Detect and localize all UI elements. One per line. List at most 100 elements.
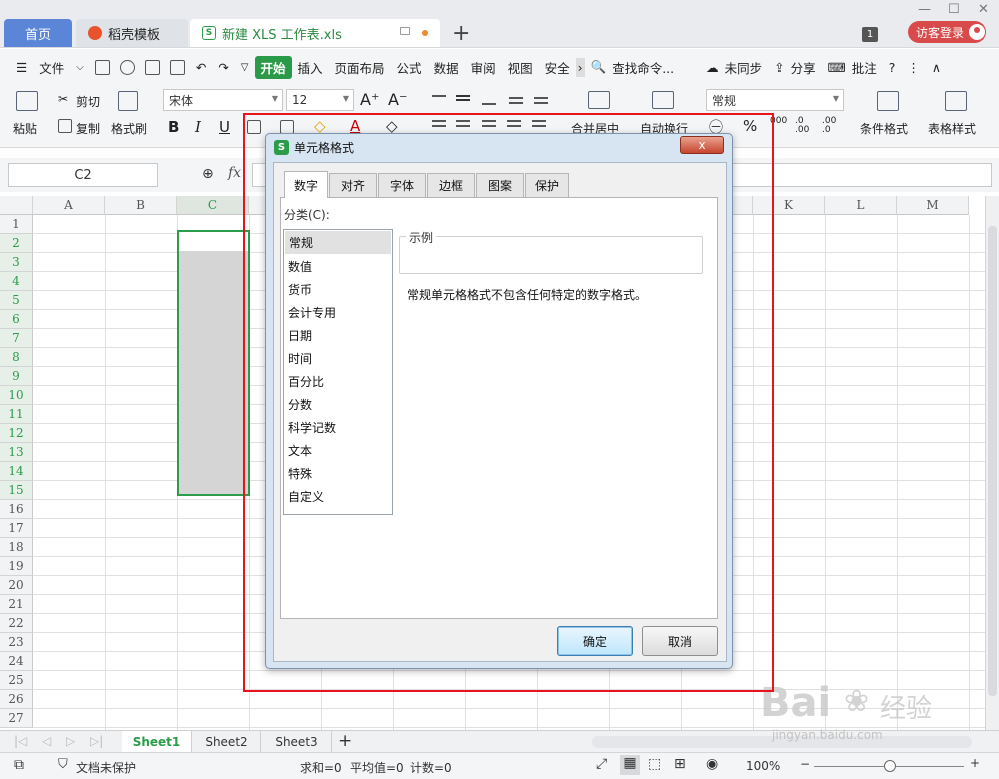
conditional-format-icon[interactable]: [877, 91, 899, 111]
row-header-12[interactable]: 12: [0, 424, 33, 443]
row-header-5[interactable]: 5: [0, 291, 33, 310]
page-break-icon[interactable]: ⬚: [648, 756, 661, 772]
fx-label[interactable]: fx: [228, 165, 241, 181]
help-icon[interactable]: ?: [883, 60, 902, 75]
prev-sheet-icon[interactable]: ◁: [42, 734, 51, 748]
merge-center-icon[interactable]: [588, 91, 610, 109]
first-sheet-icon[interactable]: |◁: [14, 734, 27, 748]
row-header-18[interactable]: 18: [0, 538, 33, 557]
row-header-6[interactable]: 6: [0, 310, 33, 329]
macro-icon[interactable]: ⧉: [14, 757, 24, 773]
row-header-20[interactable]: 20: [0, 576, 33, 595]
page-layout-icon[interactable]: ⊞: [674, 756, 686, 772]
increase-font-icon[interactable]: A⁺: [360, 90, 379, 109]
paste-icon[interactable]: [16, 91, 38, 111]
cut-icon[interactable]: ✂: [58, 92, 68, 106]
tab-alignment[interactable]: 对齐: [329, 173, 377, 197]
conditional-format-button[interactable]: 条件格式: [860, 120, 908, 137]
collapse-ribbon-icon[interactable]: ∧: [926, 60, 947, 75]
tab-pattern[interactable]: 图案: [476, 173, 524, 197]
align-right-icon[interactable]: [482, 125, 496, 127]
align-center-icon[interactable]: [456, 125, 470, 127]
zoom-slider-handle[interactable]: [884, 760, 896, 772]
select-all-corner[interactable]: [0, 196, 33, 215]
row-header-13[interactable]: 13: [0, 443, 33, 462]
align-top-icon[interactable]: [432, 95, 446, 97]
name-box[interactable]: C2: [8, 163, 158, 187]
search-command[interactable]: 查找命令...: [612, 58, 680, 77]
dialog-title-bar[interactable]: S 单元格格式: [266, 134, 732, 160]
sheet-tab-2[interactable]: Sheet2: [193, 731, 261, 753]
eye-protection-icon[interactable]: ◉: [706, 756, 718, 772]
pin-icon[interactable]: [400, 27, 410, 35]
number-format-select[interactable]: 常规 ▼: [706, 89, 844, 111]
category-item[interactable]: 特殊: [284, 462, 392, 485]
menu-start[interactable]: 开始: [254, 55, 292, 79]
share-button[interactable]: 分享: [791, 58, 822, 77]
format-painter-button[interactable]: 格式刷: [111, 120, 147, 137]
decrease-font-icon[interactable]: A⁻: [388, 90, 407, 109]
copy-icon[interactable]: [58, 119, 72, 133]
underline-button[interactable]: U: [219, 118, 230, 136]
distributed-icon[interactable]: [532, 125, 546, 127]
indent-increase-icon[interactable]: [534, 97, 548, 99]
close-window-icon[interactable]: ✕: [978, 2, 989, 17]
normal-view-icon[interactable]: ▦: [620, 755, 640, 775]
row-header-17[interactable]: 17: [0, 519, 33, 538]
more-dropdown-icon[interactable]: ▽: [235, 62, 255, 73]
font-size-select[interactable]: 12 ▼: [286, 89, 354, 111]
print-icon[interactable]: [144, 59, 160, 75]
dialog-close-button[interactable]: x: [680, 136, 724, 154]
border-icon[interactable]: [247, 120, 261, 134]
comment-button[interactable]: 批注: [852, 58, 883, 77]
menu-security[interactable]: 安全: [539, 58, 576, 77]
menu-data[interactable]: 数据: [428, 58, 465, 77]
category-item[interactable]: 常规: [285, 231, 391, 254]
row-header-1[interactable]: 1: [0, 215, 33, 234]
tab-border[interactable]: 边框: [427, 173, 475, 197]
cancel-button[interactable]: 取消: [642, 626, 718, 656]
cut-button[interactable]: 剪切: [76, 93, 100, 110]
paste-button[interactable]: 粘贴: [13, 120, 37, 137]
menu-view[interactable]: 视图: [502, 58, 539, 77]
category-item[interactable]: 百分比: [284, 370, 392, 393]
tab-document[interactable]: S 新建 XLS 工作表.xls: [190, 19, 440, 47]
tab-font[interactable]: 字体: [378, 173, 426, 197]
category-item[interactable]: 会计专用: [284, 301, 392, 324]
category-item[interactable]: 文本: [284, 439, 392, 462]
menu-page-layout[interactable]: 页面布局: [329, 58, 391, 77]
minimize-icon[interactable]: —: [918, 2, 931, 17]
last-sheet-icon[interactable]: ▷|: [90, 734, 103, 748]
row-header-4[interactable]: 4: [0, 272, 33, 291]
tab-number[interactable]: 数字: [284, 171, 328, 198]
row-header-7[interactable]: 7: [0, 329, 33, 348]
table-style-icon[interactable]: [945, 91, 967, 111]
maximize-icon[interactable]: ☐: [948, 2, 960, 17]
row-header-9[interactable]: 9: [0, 367, 33, 386]
italic-button[interactable]: I: [195, 118, 201, 136]
search-icon[interactable]: 🔍: [585, 59, 613, 75]
category-item[interactable]: 货币: [284, 278, 392, 301]
column-header-c[interactable]: C: [177, 196, 249, 215]
column-header-k[interactable]: K: [753, 196, 825, 215]
row-header-22[interactable]: 22: [0, 614, 33, 633]
next-sheet-icon[interactable]: ▷: [66, 734, 75, 748]
visitor-login-button[interactable]: 访客登录: [908, 21, 986, 43]
align-bottom-icon[interactable]: [482, 103, 496, 105]
save-icon[interactable]: [94, 59, 110, 75]
sync-status[interactable]: 未同步: [725, 58, 769, 77]
category-item[interactable]: 自定义: [284, 485, 392, 508]
row-header-24[interactable]: 24: [0, 652, 33, 671]
format-painter-icon[interactable]: [118, 91, 138, 111]
category-item[interactable]: 科学记数: [284, 416, 392, 439]
ok-button[interactable]: 确定: [557, 626, 633, 656]
column-header-a[interactable]: A: [33, 196, 105, 215]
row-header-26[interactable]: 26: [0, 690, 33, 709]
zoom-in-icon[interactable]: +: [970, 756, 980, 770]
tab-home[interactable]: 首页: [4, 19, 72, 47]
align-left-icon[interactable]: [432, 125, 446, 127]
percent-button[interactable]: %: [743, 117, 757, 135]
add-tab-button[interactable]: +: [452, 21, 470, 46]
hamburger-icon[interactable]: ☰: [10, 60, 33, 75]
chevron-down-icon[interactable]: ⌵: [70, 62, 90, 73]
